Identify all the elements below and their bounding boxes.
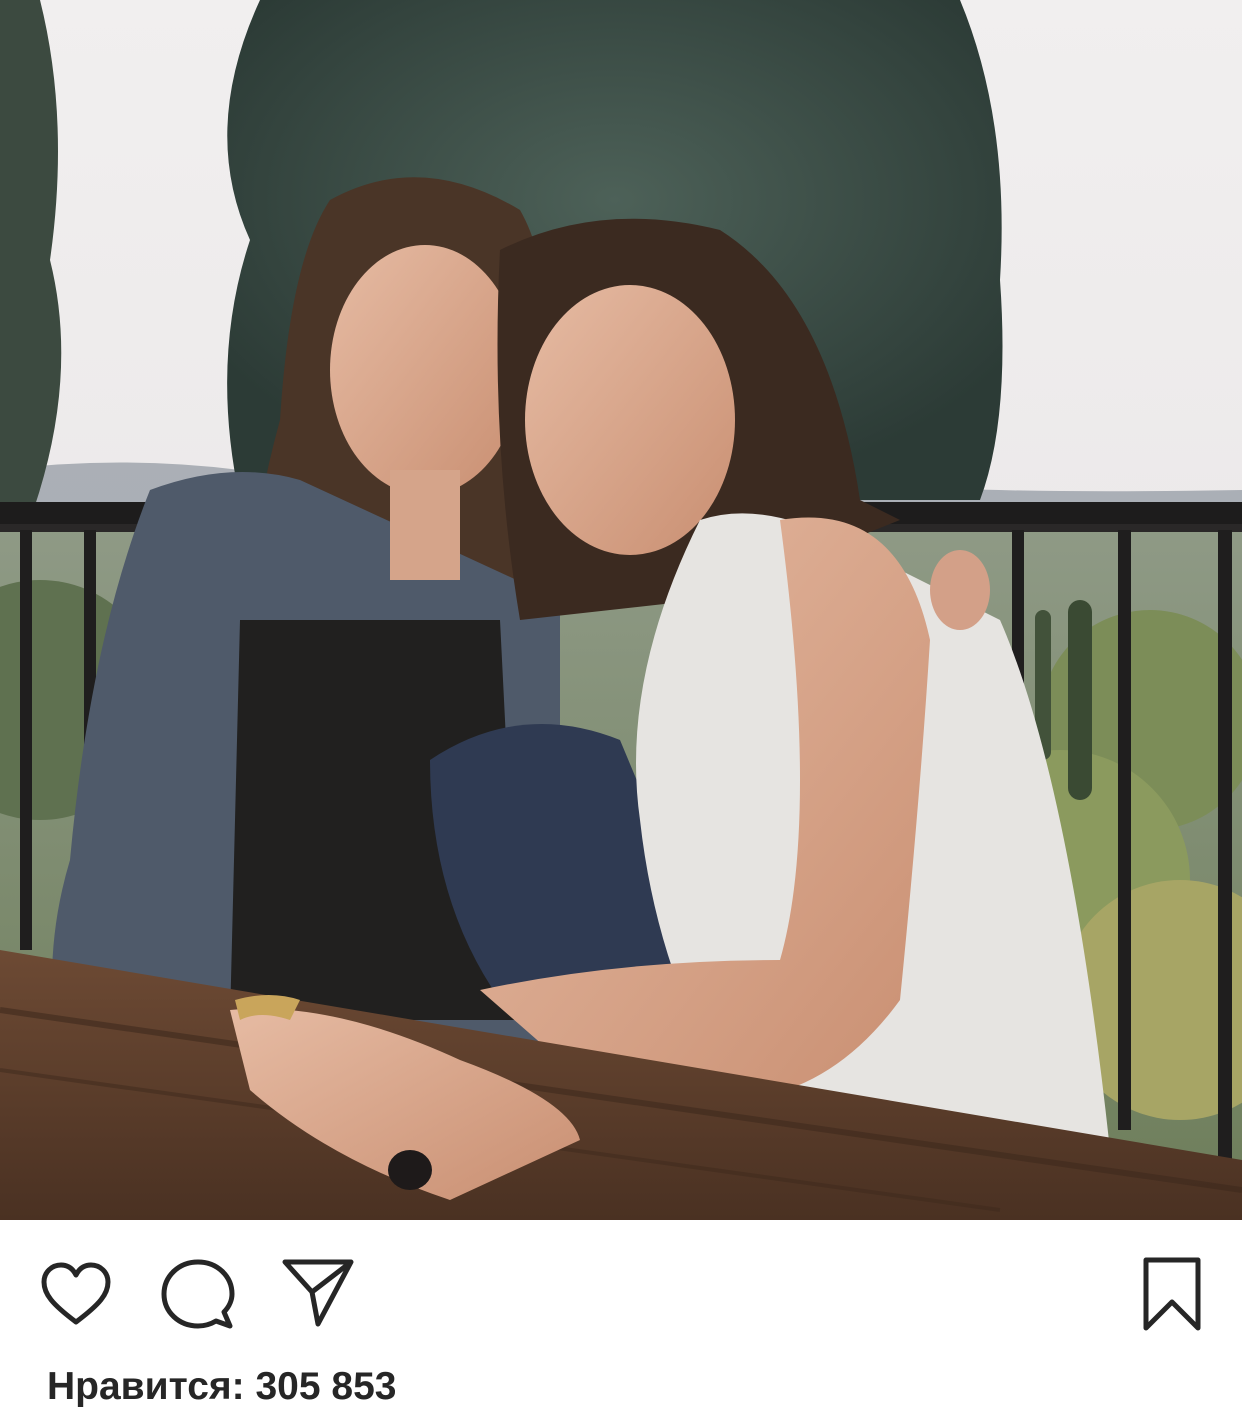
post-action-bar	[0, 1220, 1242, 1352]
post-photo-image	[0, 0, 1242, 1220]
bookmark-icon[interactable]	[1136, 1256, 1208, 1332]
comment-bubble-icon[interactable]	[160, 1256, 236, 1332]
instagram-post: Нравится: 305 853	[0, 0, 1242, 1418]
heart-icon[interactable]	[38, 1256, 114, 1332]
likes-count[interactable]: Нравится: 305 853	[47, 1362, 396, 1412]
paper-plane-icon[interactable]	[280, 1256, 356, 1332]
post-photo[interactable]	[0, 0, 1242, 1220]
